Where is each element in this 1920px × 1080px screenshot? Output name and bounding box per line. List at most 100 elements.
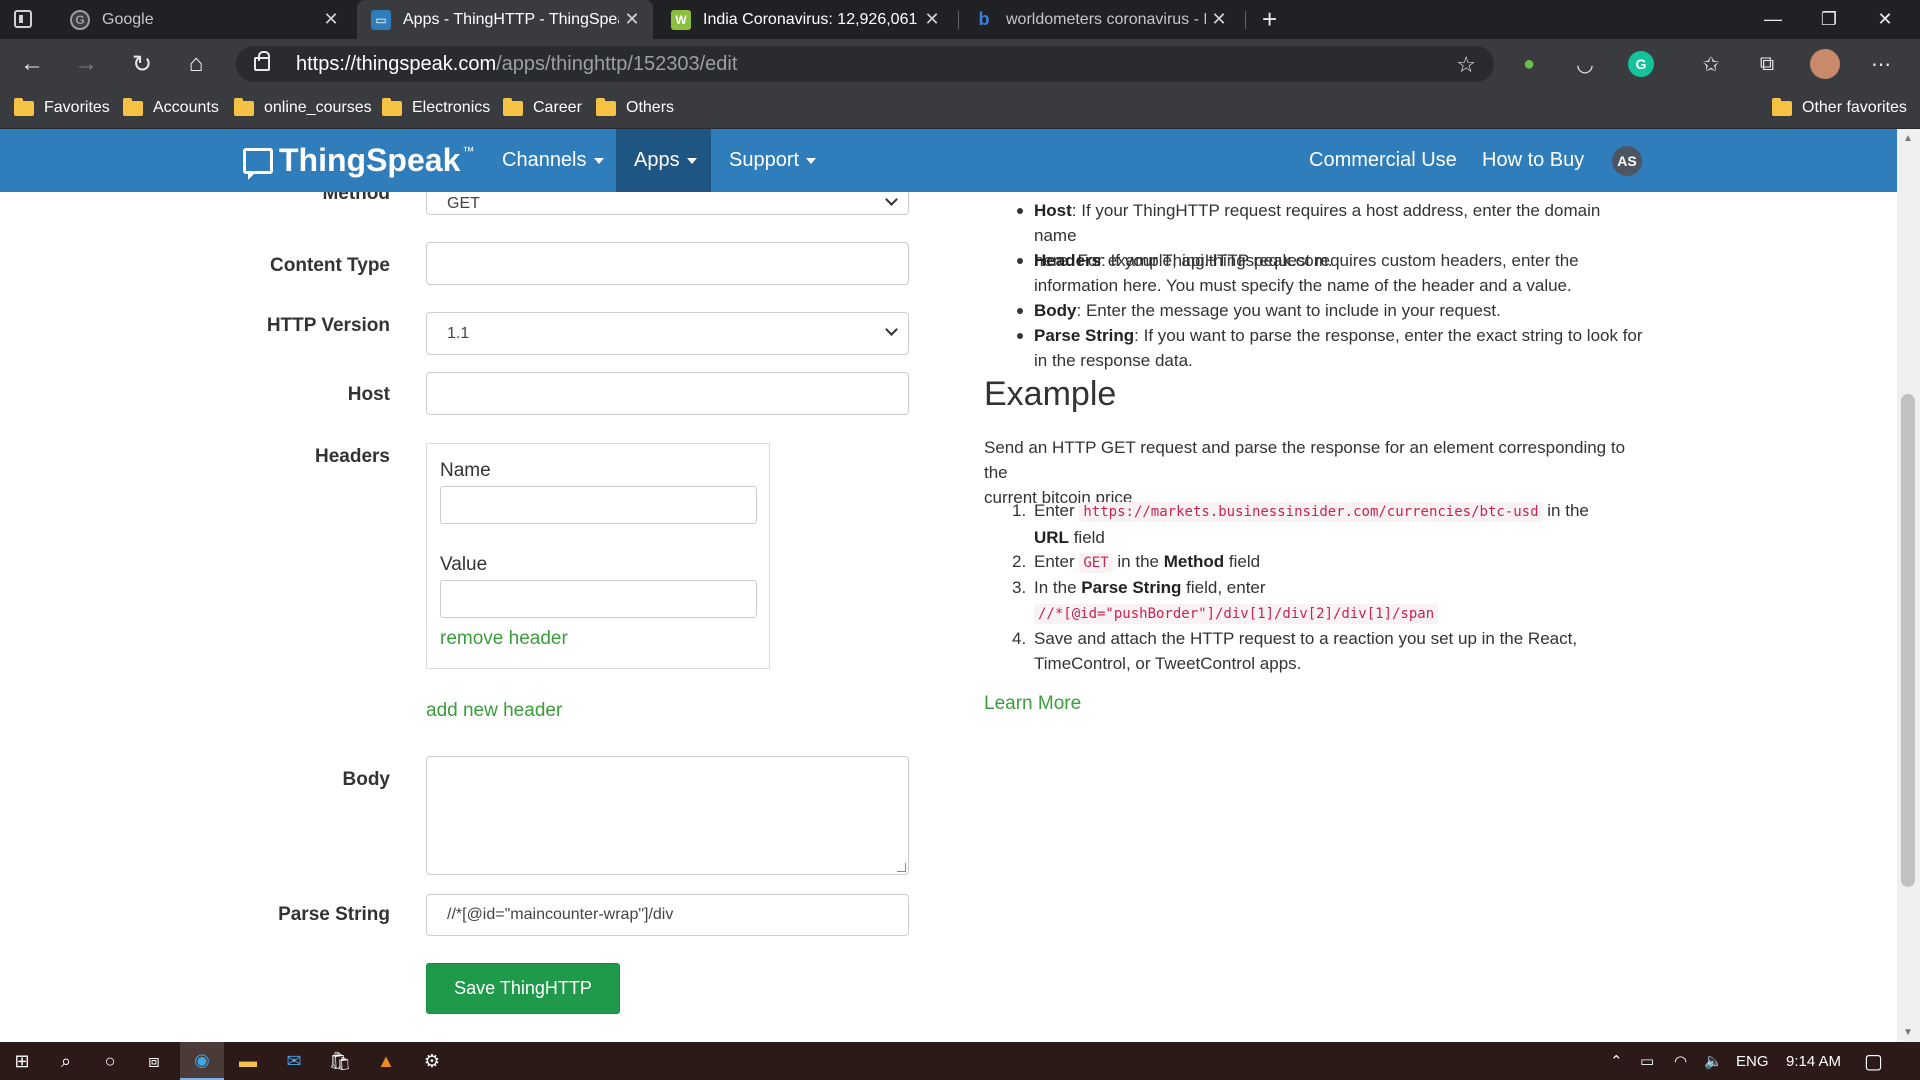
favorite-folder[interactable]: Favorites — [14, 89, 110, 127]
lock-icon[interactable] — [254, 51, 270, 71]
http-version-select[interactable]: 1.1 — [426, 312, 909, 355]
window-close-icon[interactable]: ✕ — [1857, 0, 1913, 39]
show-hidden-icons[interactable]: ⌃ — [1610, 1042, 1623, 1080]
notifications-icon[interactable]: ▢ — [1864, 1042, 1883, 1080]
pocket-icon[interactable]: ◡ — [1572, 51, 1598, 77]
thingspeak-logo[interactable]: ThingSpeak ™ — [243, 142, 474, 180]
code-snippet: GET — [1079, 553, 1113, 573]
minimize-icon[interactable]: — — [1745, 0, 1801, 39]
add-new-header-link[interactable]: add new header — [426, 700, 562, 722]
extension-icon[interactable]: ● — [1516, 51, 1542, 77]
http-version-value: 1.1 — [447, 324, 470, 342]
forward-icon[interactable]: → — [68, 47, 104, 81]
store-icon[interactable]: 🛍 — [318, 1042, 362, 1080]
nav-label: Apps — [634, 149, 680, 171]
more-icon[interactable]: ⋯ — [1868, 51, 1894, 77]
folder-label: Accounts — [153, 99, 219, 116]
help-term: Body — [1034, 301, 1077, 320]
wifi-icon[interactable]: ◠ — [1674, 1042, 1687, 1080]
method-select[interactable]: GET — [426, 192, 909, 215]
favorites-icon[interactable]: ✩ — [1698, 51, 1724, 77]
nav-channels[interactable]: Channels — [484, 129, 622, 192]
nav-support[interactable]: Support — [711, 129, 834, 192]
app-icon[interactable]: ⚙ — [410, 1042, 454, 1080]
favorite-folder[interactable]: online_courses — [234, 89, 372, 127]
content-type-label: Content Type — [270, 255, 390, 276]
vlc-icon[interactable]: ▲ — [364, 1042, 408, 1080]
file-explorer-icon[interactable]: ▬ — [226, 1042, 270, 1080]
address-bar[interactable]: https://thingspeak.com/apps/thinghttp/15… — [236, 46, 1494, 82]
add-favorite-icon[interactable]: ☆ — [1456, 52, 1476, 78]
home-icon[interactable]: ⌂ — [178, 47, 214, 81]
tab-google[interactable]: G Google ✕ — [56, 0, 352, 39]
close-icon[interactable]: ✕ — [318, 9, 344, 30]
tab-worldometers[interactable]: W India Coronavirus: 12,926,061 Ca ✕ — [657, 0, 953, 39]
nav-how-to-buy[interactable]: How to Buy — [1464, 129, 1602, 192]
thingspeak-icon: ▭ — [371, 9, 391, 30]
favorites-bar: Favorites Accounts online_courses Electr… — [0, 89, 1920, 129]
remove-header-link[interactable]: remove header — [440, 628, 568, 650]
volume-icon[interactable]: 🔈 — [1704, 1042, 1723, 1080]
user-avatar[interactable]: AS — [1612, 146, 1642, 176]
battery-icon[interactable]: ▭ — [1640, 1042, 1654, 1080]
header-value-label: Value — [440, 554, 488, 575]
header-name-input[interactable] — [440, 486, 757, 524]
chevron-down-icon — [885, 323, 898, 336]
example-step: 2. Enter GET in the Method field — [1012, 549, 1644, 576]
learn-more-link[interactable]: Learn More — [984, 691, 1081, 716]
tab-thingspeak[interactable]: ▭ Apps - ThingHTTP - ThingSpeak ✕ — [357, 0, 653, 39]
close-icon[interactable]: ✕ — [619, 9, 645, 30]
cortana-icon[interactable]: ○ — [88, 1042, 132, 1080]
language-indicator[interactable]: ENG — [1736, 1042, 1769, 1080]
body-textarea[interactable] — [426, 756, 909, 875]
scroll-down-icon[interactable]: ▼ — [1903, 1027, 1913, 1038]
restore-icon[interactable]: ❐ — [1801, 0, 1857, 39]
content-type-input[interactable] — [426, 242, 909, 285]
url-text[interactable]: https://thingspeak.com/apps/thinghttp/15… — [296, 53, 737, 76]
clock[interactable]: 9:14 AM — [1786, 1042, 1841, 1080]
mail-icon[interactable]: ✉ — [272, 1042, 316, 1080]
nav-apps[interactable]: Apps — [616, 129, 711, 192]
parse-string-value: //*[@id="maincounter-wrap"]/div — [447, 906, 674, 923]
step-bold: URL — [1034, 528, 1069, 547]
close-icon[interactable]: ✕ — [919, 9, 945, 30]
code-snippet: //*[@id="pushBorder"]/div[1]/div[2]/div[… — [1034, 604, 1439, 624]
favorite-folder[interactable]: Others — [596, 89, 674, 127]
close-icon[interactable]: ✕ — [1206, 9, 1232, 30]
code-snippet: https://markets.businessinsider.com/curr… — [1079, 502, 1543, 522]
search-icon[interactable]: ⌕ — [44, 1042, 88, 1080]
example-step: 3. In the Parse String field, enter //*[@… — [1012, 575, 1644, 627]
new-tab-icon[interactable]: + — [1262, 4, 1277, 35]
other-favorites[interactable]: Other favorites — [1772, 89, 1907, 127]
tab-bing[interactable]: b worldometers coronavirus - Bing ✕ — [960, 0, 1240, 39]
grammarly-icon[interactable]: G — [1628, 51, 1654, 77]
collections-icon[interactable]: ⧉ — [1754, 51, 1780, 77]
page-scrollbar[interactable]: ▲ ▼ — [1897, 129, 1920, 1042]
parse-string-label: Parse String — [278, 904, 390, 925]
tab-actions-icon[interactable] — [14, 10, 32, 28]
step-text: field — [1228, 552, 1261, 571]
back-icon[interactable]: ← — [14, 47, 50, 81]
task-view-icon[interactable]: ⧈ — [132, 1042, 176, 1080]
favorite-folder[interactable]: Career — [503, 89, 582, 127]
header-value-input[interactable] — [440, 580, 757, 618]
tab-title: Google — [102, 10, 154, 28]
windows-start-icon[interactable]: ⊞ — [0, 1042, 44, 1080]
save-thinghttp-button[interactable]: Save ThingHTTP — [426, 963, 620, 1014]
scrollbar-thumb[interactable] — [1901, 394, 1915, 887]
folder-label: Other favorites — [1802, 99, 1907, 116]
edge-icon[interactable]: ◉ — [180, 1042, 224, 1080]
scroll-up-icon[interactable]: ▲ — [1903, 133, 1913, 144]
list-item: Headers: If your ThingHTTP request requi… — [1017, 248, 1644, 298]
folder-label: Career — [533, 99, 582, 116]
chat-bubble-icon — [243, 147, 273, 180]
favorite-folder[interactable]: Accounts — [123, 89, 219, 127]
step-text: Enter — [1034, 552, 1075, 571]
help-text: : If your ThingHTTP request requires a h… — [1034, 201, 1601, 245]
parse-string-input[interactable]: //*[@id="maincounter-wrap"]/div — [426, 894, 909, 936]
favorite-folder[interactable]: Electronics — [382, 89, 490, 127]
nav-commercial-use[interactable]: Commercial Use — [1291, 129, 1475, 192]
host-input[interactable] — [426, 372, 909, 415]
profile-avatar[interactable] — [1810, 49, 1840, 79]
refresh-icon[interactable]: ↻ — [124, 47, 160, 81]
